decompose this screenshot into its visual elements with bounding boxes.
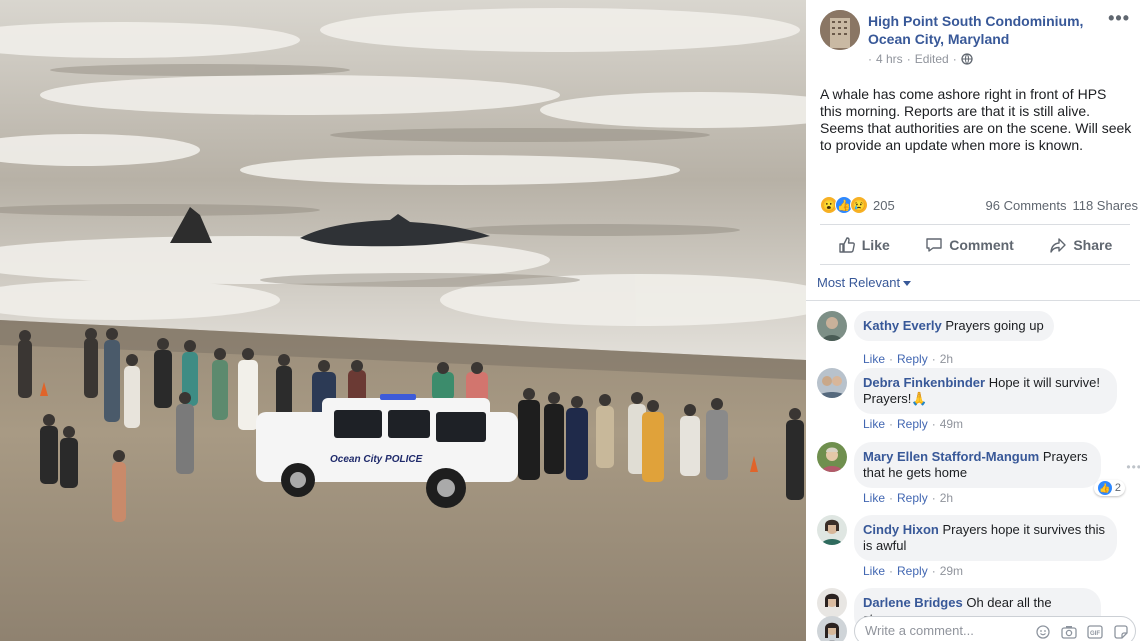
comment-like-link[interactable]: Like [863, 564, 885, 578]
post-meta: · 4 hrs · Edited · [868, 52, 973, 66]
comment-actions: Like · Reply · 2h [863, 352, 954, 366]
praying-hands-emoji: 🙏 [911, 391, 928, 406]
divider [820, 264, 1130, 265]
share-arrow-icon [1050, 238, 1067, 253]
avatar[interactable] [817, 442, 847, 472]
sort-dropdown[interactable]: Most Relevant [817, 275, 912, 290]
like-label: Like [861, 237, 890, 253]
meta-separator: · [952, 52, 957, 66]
page-name-line2: Ocean City, Maryland [868, 31, 1010, 47]
comment-reply-link[interactable]: Reply [897, 352, 928, 366]
comment-text: Prayers going up [945, 318, 1044, 333]
sort-label: Most Relevant [817, 275, 901, 290]
shares-count[interactable]: 118 Shares [1072, 198, 1138, 213]
svg-text:GIF: GIF [1090, 631, 1100, 637]
page-avatar[interactable] [820, 10, 860, 50]
comment-reaction-count: 2 [1114, 482, 1121, 494]
comment-bubble: Debra Finkenbinder Hope it will survive!… [854, 368, 1117, 414]
commenter-name[interactable]: Darlene Bridges [863, 595, 963, 610]
meta-separator: · [868, 52, 872, 66]
comment-reply-link[interactable]: Reply [897, 417, 928, 431]
comment-bubble: Cindy Hixon Prayers hope it survives thi… [854, 515, 1117, 561]
post-photo[interactable]: Ocean City POLICE [0, 0, 806, 641]
comments-count[interactable]: 96 Comments [986, 198, 1067, 213]
comment-reaction-badge[interactable]: 👍 2 [1093, 480, 1125, 496]
like-button[interactable]: Like [838, 236, 890, 254]
post-header: High Point South Condominium, Ocean City… [820, 9, 1130, 70]
comment-button[interactable]: Comment [925, 236, 1014, 254]
comment-time[interactable]: 2h [940, 352, 953, 366]
avatar[interactable] [817, 368, 847, 398]
comment-time[interactable]: 29m [940, 564, 963, 578]
meta-separator: · [906, 52, 911, 66]
commenter-name[interactable]: Kathy Everly [863, 318, 942, 333]
commenter-name[interactable]: Mary Ellen Stafford-Mangum [863, 449, 1039, 464]
share-button[interactable]: Share [1049, 236, 1112, 254]
comment-input-box: GIF [854, 616, 1136, 641]
like-reaction-icon: 👍 [1097, 481, 1112, 495]
post-actions: Like Comment Share [820, 230, 1130, 260]
post-side-panel: High Point South Condominium, Ocean City… [806, 0, 1140, 641]
globe-icon[interactable] [961, 53, 973, 65]
avatar [817, 616, 847, 641]
comment-bubble: Mary Ellen Stafford-Mangum Prayers that … [854, 442, 1101, 488]
more-options-icon[interactable]: ••• [1108, 9, 1130, 27]
share-label: Share [1073, 237, 1113, 253]
divider [820, 224, 1130, 225]
caret-down-icon [903, 280, 912, 286]
comment-bubble: Kathy Everly Prayers going up [854, 311, 1054, 341]
page-name-line1: High Point South Condominium, [868, 13, 1084, 29]
comment-options-icon[interactable]: ••• [1126, 460, 1140, 474]
beach-scene-image: Ocean City POLICE [0, 0, 806, 641]
comment-time[interactable]: 49m [940, 417, 963, 431]
camera-icon[interactable] [1060, 624, 1077, 639]
comment-actions: Like · Reply · 29m [863, 564, 964, 578]
vehicle-label: Ocean City POLICE [330, 454, 423, 465]
comment-reply-link[interactable]: Reply [897, 491, 928, 505]
comments-list: Kathy Everly Prayers going up Like · Repl… [806, 300, 1140, 634]
post-time[interactable]: 4 hrs [876, 52, 903, 66]
comment-input[interactable] [865, 623, 1025, 638]
comment-like-link[interactable]: Like [863, 491, 885, 505]
comment-actions: Like · Reply · 49m [863, 417, 964, 431]
thumbs-up-icon [839, 237, 855, 253]
comment-actions: Like · Reply · 2h [863, 491, 954, 505]
avatar[interactable] [817, 515, 847, 545]
comment-composer: GIF [817, 614, 1137, 641]
emoji-icon[interactable] [1034, 624, 1051, 639]
comment-like-link[interactable]: Like [863, 417, 885, 431]
commenter-name[interactable]: Debra Finkenbinder [863, 375, 985, 390]
edited-label[interactable]: Edited [915, 52, 949, 66]
comment-reply-link[interactable]: Reply [897, 564, 928, 578]
avatar[interactable] [817, 311, 847, 341]
speech-bubble-icon [926, 238, 942, 252]
comment-time[interactable]: 2h [940, 491, 953, 505]
commenter-name[interactable]: Cindy Hixon [863, 522, 939, 537]
comment-like-link[interactable]: Like [863, 352, 885, 366]
reactions-bar: 😮 👍 😢 205 96 Comments 118 Shares [820, 196, 1138, 214]
gif-icon[interactable]: GIF [1086, 624, 1103, 639]
post-text: A whale has come ashore right in front o… [820, 86, 1132, 153]
sad-reaction-icon: 😢 [850, 196, 868, 214]
reaction-count[interactable]: 205 [873, 198, 895, 213]
sticker-icon[interactable] [1112, 624, 1129, 639]
comment-label: Comment [949, 237, 1014, 253]
reaction-icons[interactable]: 😮 👍 😢 [820, 196, 868, 214]
page-name-link[interactable]: High Point South Condominium, Ocean City… [868, 12, 1088, 48]
